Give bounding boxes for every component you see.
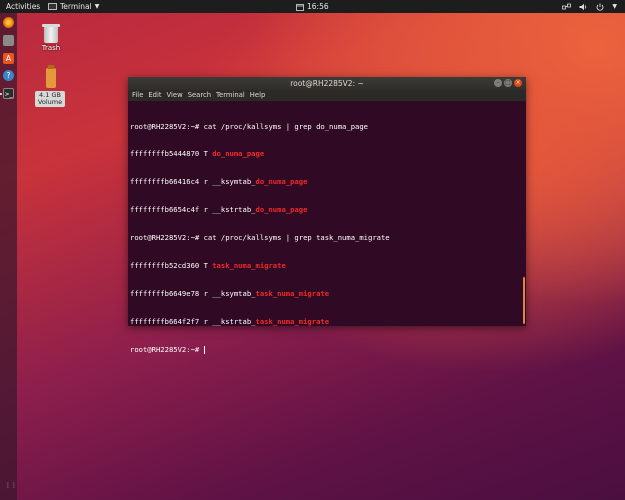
- clock-time: 16:56: [307, 2, 329, 11]
- text-cursor: [203, 345, 205, 354]
- app-menu-label: Terminal: [60, 2, 92, 11]
- terminal-prompt-line: root@RH2285V2:~#: [130, 344, 205, 354]
- dock: A ? >_ ⋮⋮: [0, 13, 17, 500]
- network-icon[interactable]: [562, 3, 572, 11]
- terminal-line: ffffffffb6654c4f r __kstrtab_do_numa_pag…: [130, 205, 308, 215]
- trash-label: Trash: [41, 44, 61, 52]
- terminal-line: root@RH2285V2:~# cat /proc/kallsyms | gr…: [130, 121, 368, 131]
- calendar-icon: [296, 3, 304, 11]
- terminal-icon: [48, 3, 57, 10]
- app-menu[interactable]: Terminal ▼: [48, 0, 99, 13]
- trash-desktop-icon[interactable]: Trash: [36, 22, 66, 52]
- software-icon[interactable]: A: [3, 53, 14, 64]
- menu-search[interactable]: Search: [188, 90, 211, 101]
- files-icon[interactable]: [3, 35, 14, 46]
- terminal-line: ffffffffb664f2f7 r __kstrtab_task_numa_m…: [130, 316, 330, 326]
- terminal-output[interactable]: root@RH2285V2:~# cat /proc/kallsyms | gr…: [128, 101, 526, 354]
- trash-icon: [42, 22, 60, 44]
- maximize-button[interactable]: □: [504, 79, 512, 87]
- usb-drive-icon: [46, 65, 56, 88]
- help-icon[interactable]: ?: [3, 70, 14, 81]
- activities-button[interactable]: Activities: [6, 0, 40, 13]
- menu-view[interactable]: View: [167, 90, 183, 101]
- show-applications-icon[interactable]: ⋮⋮: [5, 482, 17, 489]
- terminal-line: root@RH2285V2:~# cat /proc/kallsyms | gr…: [130, 233, 390, 243]
- menu-file[interactable]: File: [132, 90, 143, 101]
- minimize-button[interactable]: –: [494, 79, 502, 87]
- volume-icon[interactable]: [579, 3, 588, 11]
- window-title: root@RH2285V2: ~: [290, 79, 364, 88]
- volume-label: 4.1 GB Volume: [35, 91, 65, 107]
- power-icon[interactable]: [596, 3, 604, 11]
- menu-terminal[interactable]: Terminal: [216, 90, 245, 101]
- menu-bar: File Edit View Search Terminal Help: [128, 90, 526, 101]
- scrollbar[interactable]: [523, 277, 525, 324]
- chevron-down-icon: ▼: [94, 3, 100, 10]
- firefox-icon[interactable]: [3, 17, 14, 28]
- terminal-line: ffffffffb5444870 T do_numa_page: [130, 149, 265, 159]
- menu-help[interactable]: Help: [250, 90, 266, 101]
- terminal-line: ffffffffb66416c4 r __ksymtab_do_numa_pag…: [130, 177, 308, 187]
- clock[interactable]: 16:56: [296, 0, 329, 13]
- top-bar: Activities Terminal ▼ 16:56 ▼: [0, 0, 625, 13]
- close-button[interactable]: ×: [514, 79, 522, 87]
- system-tray[interactable]: ▼: [562, 0, 617, 13]
- terminal-line: ffffffffb6649e78 r __ksymtab_task_numa_m…: [130, 288, 330, 298]
- window-titlebar[interactable]: root@RH2285V2: ~ – □ ×: [128, 77, 526, 90]
- menu-edit[interactable]: Edit: [148, 90, 161, 101]
- terminal-window[interactable]: root@RH2285V2: ~ – □ × File Edit View Se…: [128, 77, 526, 354]
- terminal-line: ffffffffb52cd360 T task_numa_migrate: [130, 261, 286, 271]
- active-indicator: [0, 93, 2, 95]
- chevron-down-icon[interactable]: ▼: [612, 0, 617, 13]
- volume-desktop-icon[interactable]: 4.1 GB Volume: [35, 65, 67, 107]
- terminal-icon[interactable]: >_: [3, 88, 14, 99]
